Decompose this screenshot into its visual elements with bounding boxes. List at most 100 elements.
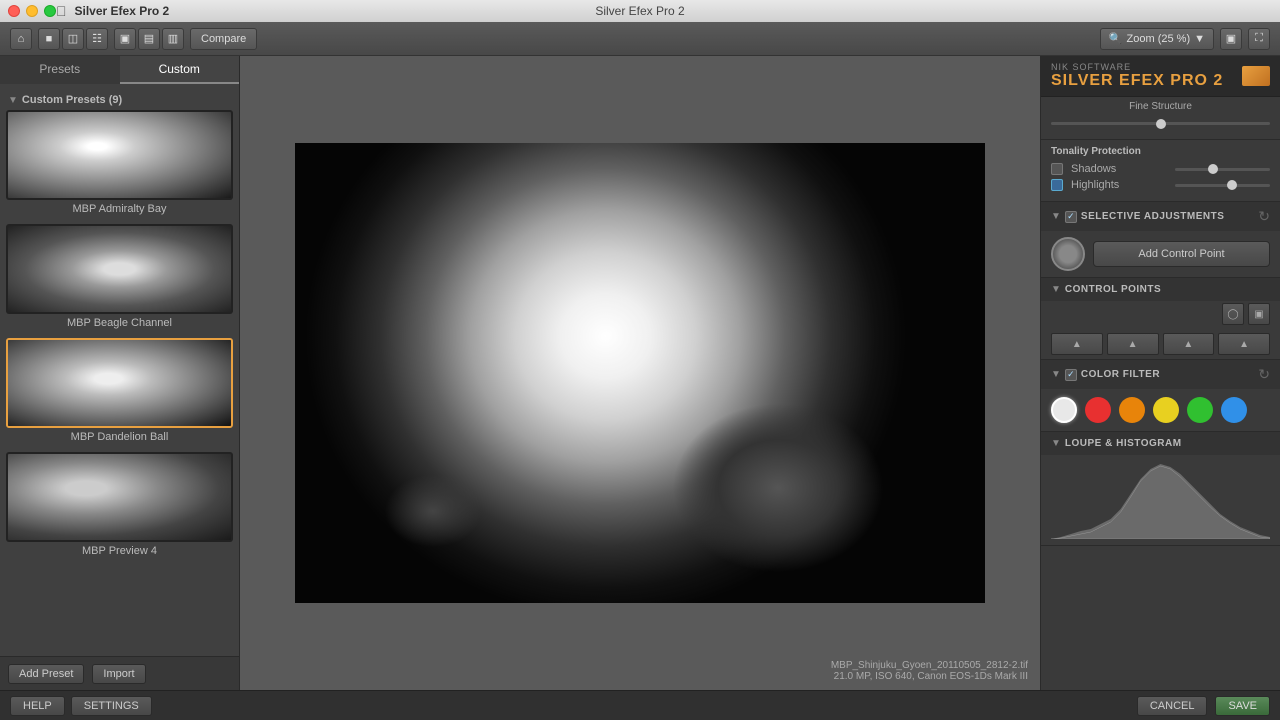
color-filter-arrow-icon: ▼ <box>1051 369 1061 380</box>
color-swatch-red[interactable] <box>1085 397 1111 423</box>
highlights-slider-thumb[interactable] <box>1227 180 1237 190</box>
color-swatch-orange[interactable] <box>1119 397 1145 423</box>
fine-structure-label: Fine Structure <box>1041 97 1280 114</box>
loupe-arrow-icon: ▼ <box>1051 438 1061 449</box>
preset-name: MBP Admiralty Bay <box>6 200 233 218</box>
cp-action-4-btn[interactable]: ▲ <box>1218 333 1270 355</box>
apple-logo-icon:  <box>56 3 67 19</box>
selective-adjustments-section: ▼ ✓ SELECTIVE ADJUSTMENTS ↻ Add Control … <box>1041 202 1280 278</box>
preset-thumbnail <box>6 338 233 428</box>
selective-adj-reset-icon[interactable]: ↻ <box>1258 208 1270 225</box>
highlights-slider[interactable] <box>1175 184 1271 187</box>
home-icon-btn[interactable]: ⌂ <box>10 28 32 50</box>
cp-action-1-btn[interactable]: ▲ <box>1051 333 1103 355</box>
minimize-button[interactable] <box>26 5 38 17</box>
bottom-left-buttons: HELP SETTINGS <box>10 696 152 716</box>
thumbnail-image <box>8 340 231 426</box>
preset-thumbnail <box>6 452 233 542</box>
toolbar: ⌂ ■ ◫ ☷ ▣ ▤ ▥ Compare 🔍 Zoom (25 %) ▼ ▣ … <box>0 22 1280 56</box>
title-bar:  Silver Efex Pro 2 Silver Efex Pro 2 <box>0 0 1280 22</box>
left-panel-bottom: Add Preset Import <box>0 656 239 690</box>
color-swatch-white[interactable] <box>1051 397 1077 423</box>
selective-adj-arrow-icon: ▼ <box>1051 211 1061 222</box>
color-swatch-yellow[interactable] <box>1153 397 1179 423</box>
custom-presets-header[interactable]: ▼ Custom Presets (9) <box>6 90 233 110</box>
detail-view-btn[interactable]: ☷ <box>86 28 108 50</box>
full-screen-btn[interactable]: ⛶ <box>1248 28 1270 50</box>
cp-tool-grid-icon[interactable]: ▣ <box>1248 303 1270 325</box>
color-filter-section: ▼ ✓ COLOR FILTER ↻ <box>1041 360 1280 432</box>
control-point-icon[interactable] <box>1051 237 1085 271</box>
image-filename: MBP_Shinjuku_Gyoen_20110505_2812-2.tif <box>831 660 1028 671</box>
preset-thumbnail <box>6 110 233 200</box>
compare-button[interactable]: Compare <box>190 28 257 50</box>
fine-structure-slider-thumb[interactable] <box>1156 119 1166 129</box>
nik-header: Nik Software SILVER EFEX PRO 2 <box>1041 56 1280 97</box>
color-swatch-blue[interactable] <box>1221 397 1247 423</box>
thumbnail-image <box>8 454 231 540</box>
cancel-button[interactable]: CANCEL <box>1137 696 1208 716</box>
color-filter-swatches <box>1041 389 1280 431</box>
list-view-btn[interactable]: ◫ <box>62 28 84 50</box>
shadows-checkbox[interactable] <box>1051 163 1063 175</box>
control-points-tools: ◯ ▣ <box>1041 301 1280 329</box>
traffic-lights[interactable] <box>8 5 56 17</box>
zoom-display[interactable]: 🔍 Zoom (25 %) ▼ <box>1100 28 1214 50</box>
shadows-slider-thumb[interactable] <box>1208 164 1218 174</box>
histogram-chart <box>1051 459 1270 539</box>
section-arrow-icon: ▼ <box>8 95 18 106</box>
zoom-chevron-icon: ▼ <box>1194 33 1205 45</box>
tonality-protection-section: Tonality Protection Shadows Highlights <box>1041 140 1280 202</box>
layout-2-btn[interactable]: ▤ <box>138 28 160 50</box>
image-info: MBP_Shinjuku_Gyoen_20110505_2812-2.tif 2… <box>831 660 1028 682</box>
cp-action-2-btn[interactable]: ▲ <box>1107 333 1159 355</box>
grid-view-btn[interactable]: ■ <box>38 28 60 50</box>
control-point-area: Add Control Point <box>1041 231 1280 277</box>
list-item[interactable]: MBP Preview 4 <box>6 452 233 560</box>
selective-adj-checkbox[interactable]: ✓ <box>1065 211 1077 223</box>
list-item[interactable]: MBP Admiralty Bay <box>6 110 233 218</box>
preset-thumbnail <box>6 224 233 314</box>
add-preset-button[interactable]: Add Preset <box>8 664 84 684</box>
color-filter-checkbox[interactable]: ✓ <box>1065 369 1077 381</box>
import-button[interactable]: Import <box>92 664 145 684</box>
canvas-area[interactable]: MBP_Shinjuku_Gyoen_20110505_2812-2.tif 2… <box>240 56 1040 690</box>
fit-view-btn[interactable]: ▣ <box>1220 28 1242 50</box>
tonality-title: Tonality Protection <box>1051 146 1270 157</box>
selective-adjustments-header[interactable]: ▼ ✓ SELECTIVE ADJUSTMENTS ↻ <box>1041 202 1280 231</box>
fine-structure-section: Fine Structure <box>1041 97 1280 140</box>
loupe-histogram-header[interactable]: ▼ LOUPE & HISTOGRAM <box>1041 432 1280 455</box>
shadows-slider[interactable] <box>1175 168 1271 171</box>
settings-button[interactable]: SETTINGS <box>71 696 152 716</box>
close-button[interactable] <box>8 5 20 17</box>
tab-custom[interactable]: Custom <box>120 56 240 84</box>
view-icons: ■ ◫ ☷ <box>38 28 108 50</box>
list-item[interactable]: MBP Beagle Channel <box>6 224 233 332</box>
color-filter-reset-icon[interactable]: ↻ <box>1258 366 1270 383</box>
layout-1-btn[interactable]: ▣ <box>114 28 136 50</box>
color-filter-header[interactable]: ▼ ✓ COLOR FILTER ↻ <box>1041 360 1280 389</box>
help-button[interactable]: HELP <box>10 696 65 716</box>
highlights-checkbox[interactable] <box>1051 179 1063 191</box>
save-button[interactable]: SAVE <box>1215 696 1270 716</box>
add-control-point-button[interactable]: Add Control Point <box>1093 241 1270 267</box>
nik-brand: Nik Software <box>1051 62 1270 72</box>
presets-list[interactable]: ▼ Custom Presets (9) MBP Admiralty Bay M… <box>0 84 239 656</box>
maximize-button[interactable] <box>44 5 56 17</box>
control-points-header[interactable]: ▼ Control Points <box>1041 278 1280 301</box>
control-pts-arrow-icon: ▼ <box>1051 284 1061 295</box>
app-name: Silver Efex Pro 2 <box>75 4 170 18</box>
bottom-right-buttons: CANCEL SAVE <box>1137 696 1270 716</box>
preset-name: MBP Beagle Channel <box>6 314 233 332</box>
search-icon: 🔍 <box>1109 32 1123 45</box>
layout-3-btn[interactable]: ▥ <box>162 28 184 50</box>
control-points-actions: ▲ ▲ ▲ ▲ <box>1041 329 1280 359</box>
cp-action-3-btn[interactable]: ▲ <box>1163 333 1215 355</box>
preset-tabs: Presets Custom <box>0 56 239 84</box>
fine-structure-slider-track[interactable] <box>1051 122 1270 125</box>
color-swatch-green[interactable] <box>1187 397 1213 423</box>
tab-presets[interactable]: Presets <box>0 56 120 84</box>
list-item[interactable]: MBP Dandelion Ball <box>6 338 233 446</box>
preset-name: MBP Dandelion Ball <box>6 428 233 446</box>
cp-tool-rotate-icon[interactable]: ◯ <box>1222 303 1244 325</box>
